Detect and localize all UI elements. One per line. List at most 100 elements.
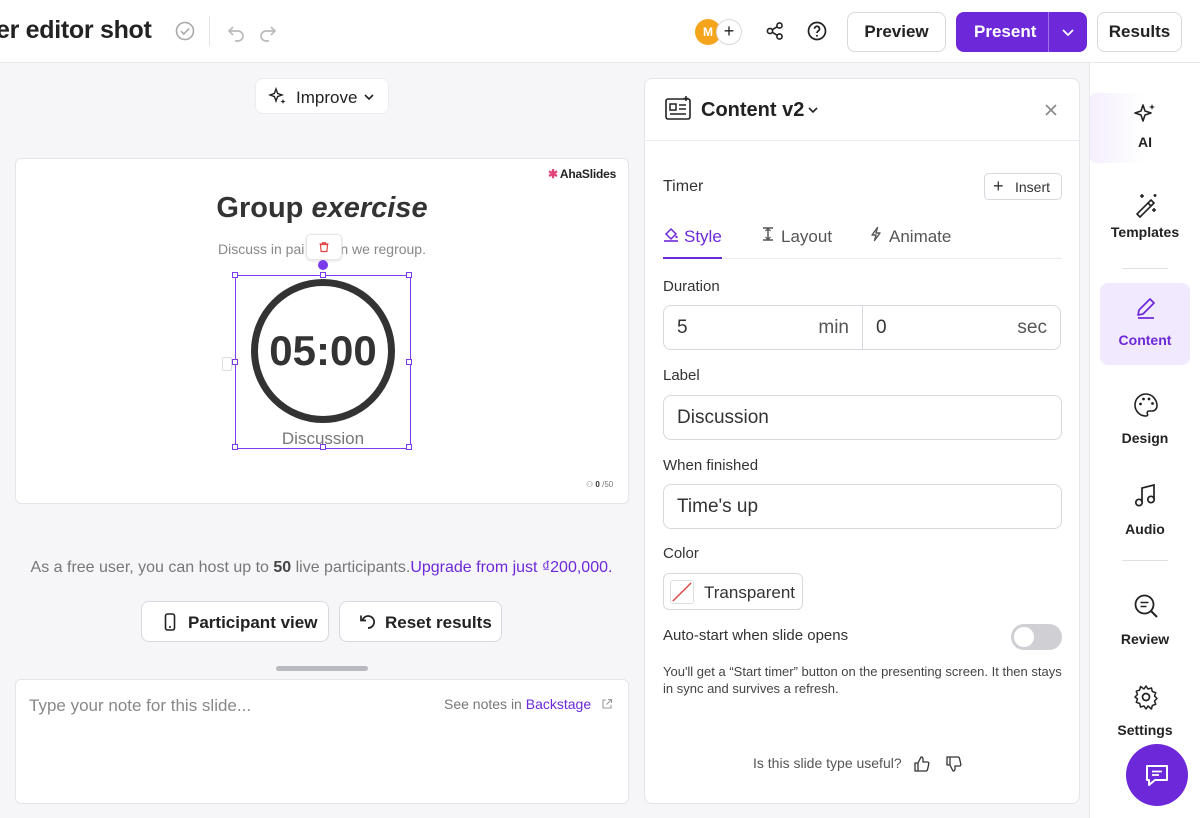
toggle-knob xyxy=(1014,627,1034,647)
sidebar-item-ai[interactable]: AI xyxy=(1100,91,1190,173)
rotate-handle[interactable] xyxy=(318,260,328,270)
label-field-label: Label xyxy=(663,367,700,384)
text-cursor-icon xyxy=(763,227,773,241)
sparkles-icon xyxy=(1134,104,1155,122)
tab-layout[interactable]: Layout xyxy=(760,223,832,259)
backstage-link[interactable]: Backstage xyxy=(526,696,591,712)
search-review-icon xyxy=(1134,594,1158,618)
resize-handle[interactable] xyxy=(232,272,238,278)
autostart-label: Auto-start when slide opens xyxy=(663,627,849,644)
brand-mark-icon: ✱ xyxy=(548,167,558,181)
brand-logo: ✱ AhaSlides xyxy=(548,167,617,181)
chevron-down-icon[interactable] xyxy=(1057,21,1079,43)
trash-icon xyxy=(319,242,329,253)
delete-element-button[interactable] xyxy=(306,234,342,260)
sidebar-item-audio[interactable]: Audio xyxy=(1100,472,1190,554)
reset-results-button[interactable]: Reset results xyxy=(339,601,502,642)
timer-element[interactable]: 05:00 Discussion xyxy=(232,260,412,450)
present-button-label: Present xyxy=(974,22,1037,41)
duration-label: Duration xyxy=(663,278,720,295)
thumbs-up-icon[interactable] xyxy=(913,755,931,773)
chevron-down-icon xyxy=(364,94,374,101)
panel-header: Content v2 xyxy=(645,79,1079,141)
notes-input[interactable]: Type your note for this slide... xyxy=(29,696,251,716)
undo-icon[interactable] xyxy=(225,21,247,43)
slide-type-icon xyxy=(665,96,691,120)
help-icon[interactable] xyxy=(806,20,828,42)
paint-bucket-icon xyxy=(664,227,678,242)
gear-icon xyxy=(1134,685,1158,710)
timer-section-label: Timer xyxy=(663,178,704,195)
person-icon: ⚇ xyxy=(586,480,594,489)
magic-wand-icon xyxy=(1136,194,1157,218)
reset-results-label: Reset results xyxy=(385,613,492,632)
duration-seconds-input[interactable]: 0 sec xyxy=(862,305,1061,350)
panel-title[interactable]: Content v2 xyxy=(701,99,804,122)
style-tabs: Style Layout Animate xyxy=(663,223,1062,259)
chat-support-button[interactable] xyxy=(1126,744,1188,806)
insert-button[interactable]: + Insert xyxy=(984,173,1062,200)
lightning-icon xyxy=(871,226,881,242)
duration-minutes-input[interactable]: 5 min xyxy=(663,305,863,350)
drag-handle[interactable] xyxy=(222,357,232,371)
results-button[interactable]: Results xyxy=(1097,12,1182,52)
share-icon[interactable] xyxy=(764,20,786,42)
sidebar-item-settings[interactable]: Settings xyxy=(1100,673,1190,755)
response-counter: ⚇ 0 /50 xyxy=(586,480,614,489)
sparkles-icon xyxy=(268,87,286,104)
redo-icon[interactable] xyxy=(257,21,279,43)
palette-icon xyxy=(1134,393,1158,417)
pencil-icon xyxy=(1137,298,1155,319)
sidebar-item-design[interactable]: Design xyxy=(1100,381,1190,463)
sidebar-divider xyxy=(1122,268,1168,269)
right-sidebar: AI Templates Content Design Audio Review… xyxy=(1089,63,1200,818)
chat-icon xyxy=(1146,765,1168,786)
upgrade-link[interactable]: Upgrade from just ₫200,000. xyxy=(410,559,612,576)
see-notes-text: See notes in Backstage xyxy=(444,696,592,712)
close-icon[interactable] xyxy=(1042,101,1060,119)
phone-icon xyxy=(164,613,176,631)
sidebar-divider xyxy=(1122,560,1168,561)
plus-icon: + xyxy=(993,176,1004,196)
tab-animate[interactable]: Animate xyxy=(868,223,953,259)
sidebar-item-review[interactable]: Review xyxy=(1100,582,1190,664)
preview-button[interactable]: Preview xyxy=(847,12,946,52)
timer-label: Discussion xyxy=(281,429,365,448)
improve-button[interactable]: Improve xyxy=(255,78,389,114)
resize-handle[interactable] xyxy=(320,272,326,278)
resize-handle[interactable] xyxy=(406,272,412,278)
chevron-down-icon[interactable] xyxy=(806,103,820,117)
external-link-icon[interactable] xyxy=(601,698,613,710)
present-button-divider xyxy=(1048,12,1049,52)
sidebar-item-content[interactable]: Content xyxy=(1100,283,1190,365)
document-title[interactable]: er editor shot xyxy=(0,16,152,45)
when-finished-label: When finished xyxy=(663,457,759,474)
slide-canvas[interactable]: ✱ AhaSlides Group exercise Discuss in pai… xyxy=(15,158,629,504)
improve-label: Improve xyxy=(296,88,358,107)
timer-display: 05:00 xyxy=(269,327,377,374)
insert-label: Insert xyxy=(1015,179,1051,195)
participant-view-button[interactable]: Participant view xyxy=(141,601,329,642)
top-bar: er editor shot M + Preview Present Resul… xyxy=(0,0,1200,63)
autostart-help-text: You'll get a “Start timer” button on the… xyxy=(663,664,1062,696)
color-picker-button[interactable]: Transparent xyxy=(663,573,803,610)
transparent-swatch-icon xyxy=(670,580,694,604)
color-label: Color xyxy=(663,545,699,562)
when-finished-input[interactable]: Time's up xyxy=(663,484,1062,529)
autostart-toggle[interactable] xyxy=(1011,624,1062,650)
toolbar-divider xyxy=(209,16,210,46)
content-panel: Content v2 Timer + Insert Style Layout A… xyxy=(644,78,1080,804)
thumbs-down-icon[interactable] xyxy=(945,755,963,773)
reset-icon xyxy=(360,615,375,629)
sidebar-item-templates[interactable]: Templates xyxy=(1100,181,1190,263)
free-plan-notice: As a free user, you can host up to 50 li… xyxy=(30,559,613,576)
present-button[interactable]: Present xyxy=(956,12,1087,52)
add-collaborator-button[interactable]: + xyxy=(716,19,742,45)
notes-resize-handle[interactable] xyxy=(276,666,368,671)
feedback-question: Is this slide type useful? xyxy=(753,755,902,771)
notes-area[interactable]: Type your note for this slide... See not… xyxy=(15,679,629,804)
music-note-icon xyxy=(1134,483,1156,507)
label-input[interactable]: Discussion xyxy=(663,395,1062,440)
slide-title[interactable]: Group exercise xyxy=(16,192,628,225)
tab-style[interactable]: Style xyxy=(663,223,722,259)
